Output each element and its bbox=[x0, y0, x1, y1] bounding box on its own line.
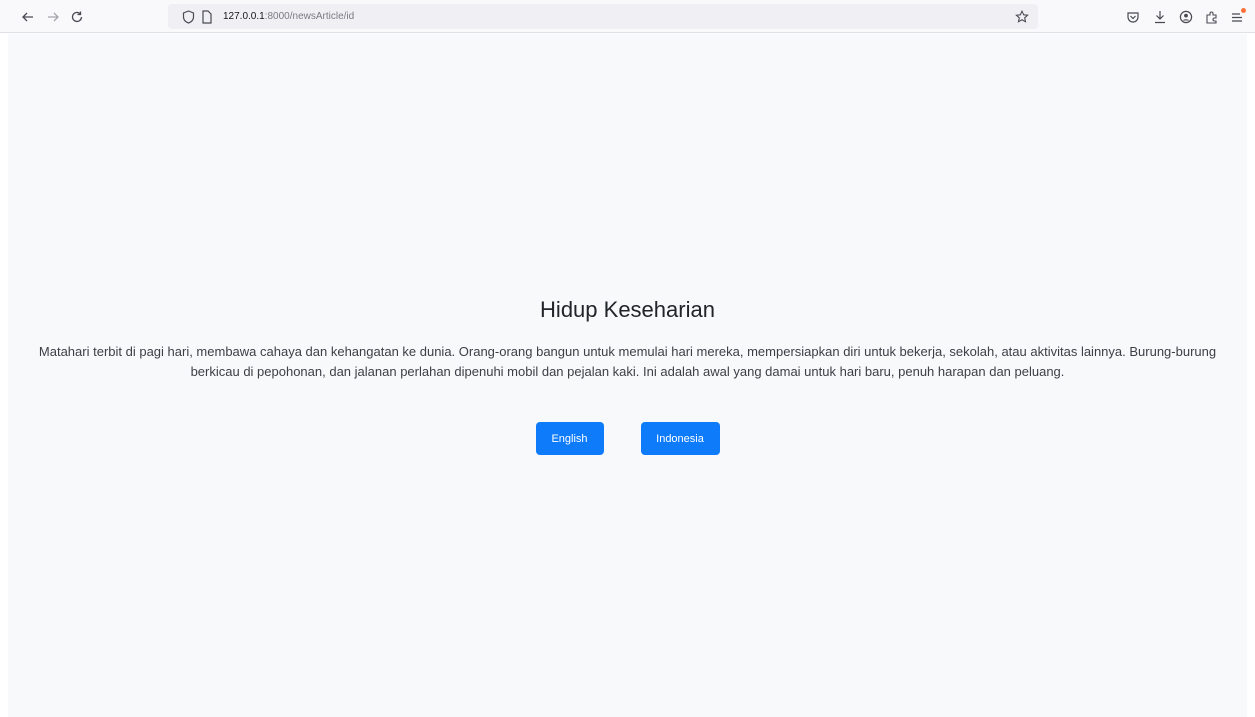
page-viewport: Hidup Keseharian Matahari terbit di pagi… bbox=[8, 34, 1247, 717]
download-icon[interactable] bbox=[1150, 7, 1170, 27]
menu-icon[interactable] bbox=[1227, 7, 1247, 27]
update-badge bbox=[1241, 8, 1246, 13]
browser-toolbar: 127.0.0.1:8000/newsArticle/id bbox=[0, 0, 1255, 33]
article: Hidup Keseharian Matahari terbit di pagi… bbox=[8, 296, 1247, 455]
language-buttons: English Indonesia bbox=[8, 422, 1247, 455]
page-icon[interactable] bbox=[199, 9, 215, 25]
tracking-shield-icon[interactable] bbox=[180, 9, 196, 25]
article-title: Hidup Keseharian bbox=[540, 297, 715, 322]
forward-arrow-icon[interactable] bbox=[43, 7, 63, 27]
url-text[interactable]: 127.0.0.1:8000/newsArticle/id bbox=[223, 10, 354, 24]
reload-icon[interactable] bbox=[67, 7, 87, 27]
pocket-icon[interactable] bbox=[1123, 7, 1143, 27]
indonesia-button[interactable]: Indonesia bbox=[640, 422, 720, 455]
address-bar[interactable]: 127.0.0.1:8000/newsArticle/id bbox=[168, 4, 1038, 29]
account-icon[interactable] bbox=[1176, 7, 1196, 27]
bookmark-star-icon[interactable] bbox=[1014, 9, 1030, 25]
english-button[interactable]: English bbox=[535, 422, 604, 455]
back-arrow-icon[interactable] bbox=[18, 7, 38, 27]
article-body: Matahari terbit di pagi hari, membawa ca… bbox=[38, 344, 1217, 379]
url-path: :8000/newsArticle/id bbox=[264, 11, 355, 22]
extensions-icon[interactable] bbox=[1202, 7, 1222, 27]
url-host: 127.0.0.1 bbox=[223, 11, 265, 22]
